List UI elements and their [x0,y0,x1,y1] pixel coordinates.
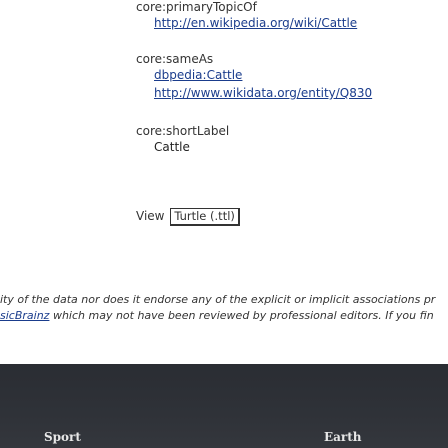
musicbrainz-link[interactable]: sicBrainz [0,309,49,322]
disclaimer-line-1: ity of the data nor does it endorse any … [0,293,436,306]
short-label-value: Cattle [154,140,190,154]
wikipedia-link[interactable]: http://en.wikipedia.org/wiki/Cattle [154,14,357,32]
property-short-label: core:shortLabel Cattle [136,124,229,156]
property-label: core:shortLabel [136,124,230,138]
wikidata-link[interactable]: http://www.wikidata.org/entity/Q830 [154,84,372,102]
disclaimer-line-2: sicBrainz which may not have been review… [0,308,448,324]
dbpedia-link[interactable]: dbpedia:Cattle [154,66,372,84]
footer-link-earth[interactable]: Earth [324,430,362,444]
format-select[interactable]: Turtle (.ttl) [170,208,240,226]
footer-bar: Sport Earth [0,364,448,448]
property-primary-topic: core:primaryTopicOf http://en.wikipedia.… [136,0,357,32]
property-same-as: core:sameAs dbpedia:Cattle http://www.wi… [136,52,372,102]
disclaimer-text: ity of the data nor does it endorse any … [0,292,448,324]
disclaimer-line-2-rest: which may not have been reviewed by prof… [49,309,434,322]
view-label: View [136,209,165,223]
property-label: core:sameAs [136,52,214,66]
footer-link-sport[interactable]: Sport [44,430,81,444]
view-format-row: View Turtle (.ttl) [136,208,240,226]
property-label: core:primaryTopicOf [136,0,257,14]
